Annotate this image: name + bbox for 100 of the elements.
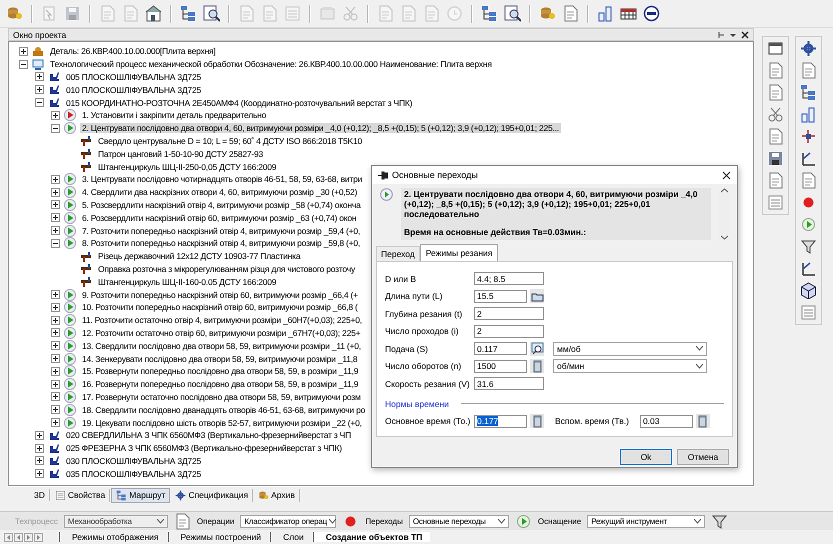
collapse-icon[interactable] bbox=[51, 238, 60, 248]
expand-icon[interactable] bbox=[35, 444, 44, 453]
tree-item[interactable]: 6. Розсвердлити наскрізний отвір 60, витримуючи розмір _63 (+0,74) окон bbox=[80, 212, 358, 223]
bars-icon[interactable] bbox=[800, 106, 817, 123]
document-icon[interactable] bbox=[767, 172, 784, 189]
bars-icon[interactable] bbox=[597, 5, 614, 22]
unit-dropdown[interactable]: мм/об bbox=[553, 342, 707, 356]
scissors-icon[interactable] bbox=[767, 106, 784, 123]
expand-icon[interactable] bbox=[35, 85, 44, 94]
document-icon[interactable] bbox=[174, 512, 191, 530]
sheet-tab[interactable]: Режимы отображения bbox=[59, 532, 167, 542]
input-field[interactable]: 0.177 bbox=[474, 414, 527, 428]
expand-icon[interactable] bbox=[51, 405, 60, 414]
tree-item[interactable]: 15. Розвернути попередньо послідовно два отвори 58, 59, в розміри _11,9 bbox=[80, 366, 360, 376]
tree-item[interactable]: 11. Розточити остаточно отвір 4, витримуючи розміри _60H7(+0,03); 225+0, bbox=[80, 315, 364, 326]
panel-tab[interactable]: Маршрут bbox=[111, 488, 170, 502]
collapse-icon[interactable] bbox=[51, 124, 60, 133]
tree-item[interactable]: 17. Розвернути остаточно послідовно два отвори 58, 59, витримуючи розм bbox=[80, 392, 363, 402]
tree-item[interactable]: 3. Центрувати послідовно чотирнадцять отворів 46-51, 58, 59, 63-68, витри bbox=[80, 174, 364, 184]
expand-icon[interactable] bbox=[51, 328, 60, 338]
expand-icon[interactable] bbox=[51, 392, 60, 402]
input-field[interactable]: 2 bbox=[474, 307, 544, 320]
minus-circle-icon[interactable] bbox=[643, 5, 660, 22]
expand-icon[interactable] bbox=[51, 380, 60, 389]
pin-icon[interactable] bbox=[717, 30, 725, 38]
play-icon[interactable] bbox=[800, 216, 817, 233]
tree-item[interactable]: Технологический процесс механической обработки Обозначение: 26.КВР.400.10.00.000 Наименование: Плита верхня bbox=[48, 59, 494, 70]
next-icon[interactable] bbox=[24, 532, 33, 542]
tree-item[interactable]: 030 ПЛОСКОШЛІФУВАЛЬНА 3Д725 bbox=[64, 456, 203, 466]
expand-icon[interactable] bbox=[51, 354, 60, 364]
calculator-icon[interactable] bbox=[530, 414, 544, 428]
dropdown[interactable]: Классификатор операц bbox=[240, 514, 336, 528]
expand-icon[interactable] bbox=[35, 456, 44, 466]
tree-item[interactable]: 035 ПЛОСКОШЛІФУВАЛЬНА 3Д725 bbox=[64, 468, 203, 479]
expand-icon[interactable] bbox=[51, 316, 60, 325]
expand-icon[interactable] bbox=[51, 200, 60, 210]
list-icon[interactable] bbox=[800, 304, 817, 321]
calculator-icon[interactable] bbox=[696, 414, 710, 428]
tree-item[interactable]: 010 ПЛОСКОШЛІФУВАЛЬНА 3Д725 bbox=[64, 84, 203, 95]
input-field[interactable]: 0.03 bbox=[640, 414, 693, 428]
previous-icon[interactable] bbox=[14, 532, 23, 542]
database-icon[interactable] bbox=[539, 5, 556, 22]
dropdown[interactable]: Основные переходы bbox=[408, 514, 509, 528]
tree-item[interactable]: 015 КООРДИНАТНО-РОЗТОЧНА 2Е450АМФ4 (Координатно-розточувальний верстат з ЧПК) bbox=[64, 98, 414, 108]
angle-icon[interactable] bbox=[800, 150, 817, 167]
tree-item[interactable]: 005 ПЛОСКОШЛІФУВАЛЬНА 3Д725 bbox=[64, 72, 203, 82]
expand-icon[interactable] bbox=[51, 418, 60, 427]
expand-icon[interactable] bbox=[35, 430, 44, 440]
cancel-button[interactable]: Отмена bbox=[677, 449, 729, 465]
document-icon[interactable] bbox=[800, 172, 817, 189]
document-icon[interactable] bbox=[767, 62, 784, 79]
tree-item[interactable]: 12. Розточити остаточно отвір 60, витримуючи розміри _67H7(+0,03); 225+ bbox=[80, 328, 362, 338]
unit-dropdown[interactable]: об/мин bbox=[553, 359, 707, 374]
document-icon[interactable] bbox=[562, 5, 579, 22]
dialog-tab[interactable]: Переход bbox=[376, 246, 420, 261]
expand-icon[interactable] bbox=[51, 110, 60, 120]
tree-item[interactable]: Деталь: 26.КВР.400.10.00.000[Плита верхня] bbox=[48, 46, 218, 56]
expand-icon[interactable] bbox=[51, 302, 60, 312]
expand-icon[interactable] bbox=[19, 46, 28, 56]
expand-icon[interactable] bbox=[51, 174, 60, 184]
tree-item[interactable]: Патрон цанговий 1-50-10-90 ДСТУ 25827-93 bbox=[96, 148, 265, 159]
document-icon[interactable] bbox=[800, 62, 817, 79]
expand-icon[interactable] bbox=[51, 341, 60, 350]
scroll-down-icon[interactable] bbox=[720, 235, 728, 240]
expand-icon[interactable] bbox=[51, 213, 60, 222]
document-icon[interactable] bbox=[767, 84, 784, 101]
expand-icon[interactable] bbox=[35, 469, 44, 478]
document-icon[interactable] bbox=[767, 128, 784, 145]
tree-icon[interactable] bbox=[800, 84, 817, 101]
tree-item[interactable]: 18. Свердлити послідовно дванадцять отворів 46-51, 63-68, витримуючи ро bbox=[80, 404, 368, 415]
tree-item[interactable]: 2. Центрувати послідовно два отвори 4, 60, витримуючи розміри _4,0 (+0,12); _8,5 +(0,15); 5 (+0,12); 3,9 (+0,12); 195+0,01; 225... bbox=[80, 123, 561, 134]
tree-item[interactable]: 4. Свердлити два наскрізних отвори 4, 60, витримуючи розмір _30 (+0,52) bbox=[80, 187, 360, 198]
database-icon[interactable] bbox=[6, 5, 23, 22]
tree-item[interactable]: Штангенциркуль ШЦ-II-250-0,05 ДСТУ 166:2009 bbox=[96, 162, 278, 172]
tree-icon[interactable] bbox=[481, 5, 498, 22]
sheet-tab[interactable]: Режимы построений bbox=[168, 532, 270, 542]
panel-tab[interactable]: 3D bbox=[30, 489, 50, 501]
tree-item[interactable]: 020 СВЕРДЛИЛЬНА З ЧПК 6560МФ3 (Вертикально-фрезернийверстат з ЧП bbox=[64, 430, 353, 440]
expand-icon[interactable] bbox=[35, 72, 44, 82]
tree-item[interactable]: 16. Розвернути попередньо послідовно два отвори 58, 59, в розміри _11,9 bbox=[80, 379, 360, 390]
tree-item[interactable]: 13. Свердлити послідовно два отвори 58, 59, витримуючи розміри _11 (+0, bbox=[80, 340, 363, 351]
play-icon[interactable] bbox=[514, 512, 532, 530]
input-field[interactable]: 31.6 bbox=[474, 377, 544, 390]
gear-icon[interactable] bbox=[800, 40, 817, 57]
tree-item[interactable]: 19. Цекувати послідовно шість отворів 52-57, витримуючи розміри _22 (+0, bbox=[80, 418, 364, 428]
tree-item[interactable]: 025 ФРЕЗЕРНА З ЧПК 6560МФ3 (Вертикально-фрезернийверстат з ЧПК) bbox=[64, 443, 344, 454]
search-icon[interactable] bbox=[504, 5, 521, 22]
angle-icon[interactable] bbox=[800, 260, 817, 277]
sheet-tab[interactable]: Слои bbox=[270, 532, 312, 542]
cube-icon[interactable] bbox=[800, 282, 817, 299]
search-icon[interactable] bbox=[530, 342, 544, 356]
input-field[interactable]: 4.4; 8.5 bbox=[474, 272, 544, 286]
tree-item[interactable]: 10. Розточити попередньо наскрізний отвір 60, витримуючи розмір _66,8 ( bbox=[80, 302, 360, 312]
expand-icon[interactable] bbox=[51, 290, 60, 300]
panel-tab[interactable]: Спецификация bbox=[171, 488, 254, 502]
filter-icon[interactable] bbox=[800, 238, 817, 255]
close-icon[interactable] bbox=[741, 30, 749, 38]
input-field[interactable]: 1500 bbox=[474, 360, 527, 373]
crosshair-icon[interactable] bbox=[800, 128, 817, 145]
tree-item[interactable]: Штангенциркуль ШЦ-II-160-0.05 ДСТУ 166:2009 bbox=[96, 276, 278, 287]
